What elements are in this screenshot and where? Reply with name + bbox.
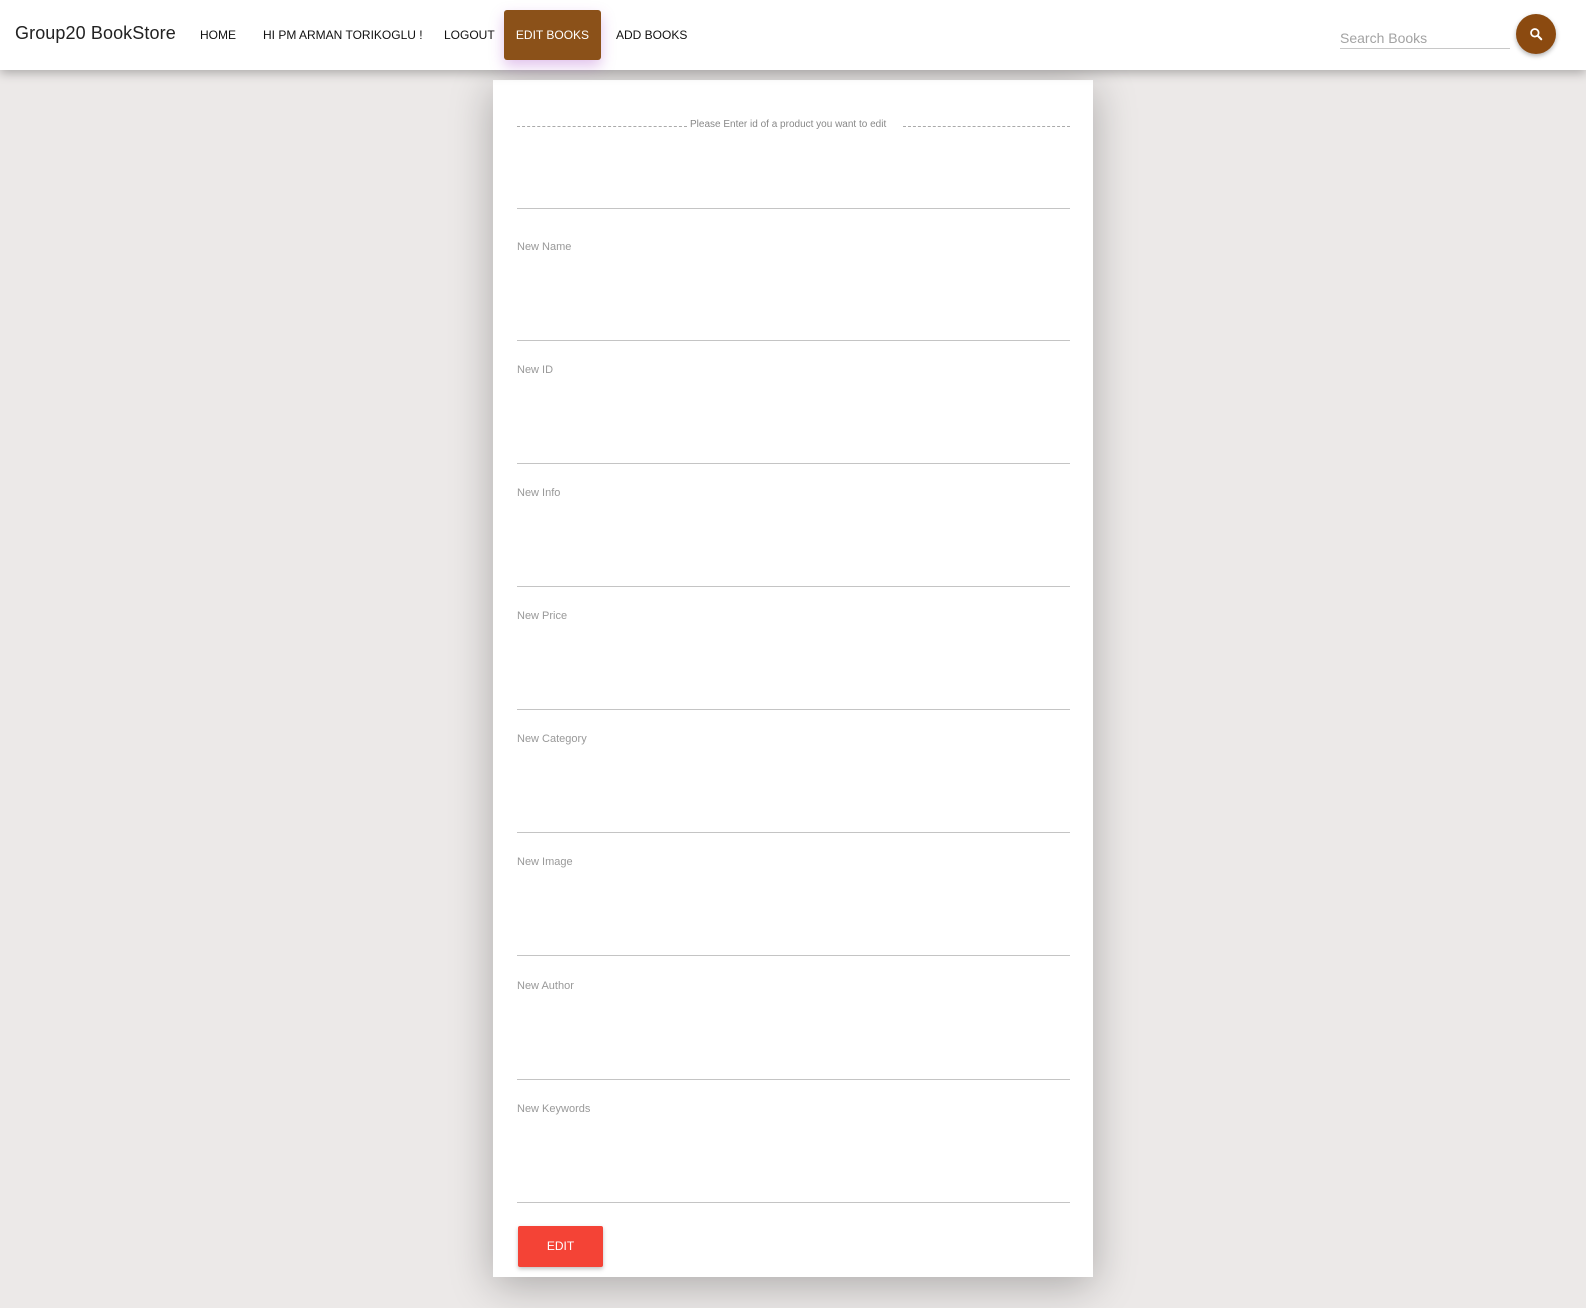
new-info-label: New Info [517,487,561,499]
new-name-field: New Name [517,241,1070,341]
form-legend-text: Please Enter id of a product you want to… [688,119,889,130]
search-input[interactable] [1340,28,1510,48]
form-legend: Please Enter id of a product you want to… [517,118,1070,134]
new-category-label: New Category [517,733,587,745]
nav-add-books-link[interactable]: ADD BOOKS [616,28,687,42]
new-author-input[interactable] [517,1051,1070,1080]
new-category-input[interactable] [517,804,1070,833]
new-author-label: New Author [517,980,574,992]
nav-edit-books-link[interactable]: EDIT BOOKS [504,10,601,60]
new-id-label: New ID [517,364,554,376]
new-keywords-label: New Keywords [517,1103,591,1115]
new-info-field: New Info [517,487,1070,587]
brand-logo-text[interactable]: Group20 BookStore [15,23,176,44]
new-id-input[interactable] [517,435,1070,464]
search-icon [1530,28,1543,41]
product-id-input[interactable] [517,180,1070,209]
new-keywords-input[interactable] [517,1174,1070,1203]
new-name-label: New Name [517,241,572,253]
search-field [1340,28,1510,49]
edit-book-form-card: Please Enter id of a product you want to… [493,80,1093,1277]
legend-divider-left [517,126,687,127]
new-image-field: New Image [517,856,1070,956]
new-price-input[interactable] [517,681,1070,710]
new-keywords-field: New Keywords [517,1103,1070,1203]
edit-submit-button[interactable]: EDIT [518,1226,603,1267]
legend-divider-right [903,126,1070,127]
new-price-label: New Price [517,610,568,622]
new-id-field: New ID [517,364,1070,464]
new-name-input[interactable] [517,312,1070,341]
search-button[interactable] [1516,14,1556,54]
new-category-field: New Category [517,733,1070,833]
top-navbar: Group20 BookStore HOME HI PM ARMAN TORIK… [0,0,1586,70]
new-price-field: New Price [517,610,1070,710]
new-image-input[interactable] [517,927,1070,956]
nav-greeting[interactable]: HI PM ARMAN TORIKOGLU ! [263,28,423,42]
new-author-field: New Author [517,980,1070,1080]
new-info-input[interactable] [517,558,1070,587]
nav-home-link[interactable]: HOME [200,28,236,42]
nav-logout-link[interactable]: LOGOUT [444,28,495,42]
new-image-label: New Image [517,856,573,868]
